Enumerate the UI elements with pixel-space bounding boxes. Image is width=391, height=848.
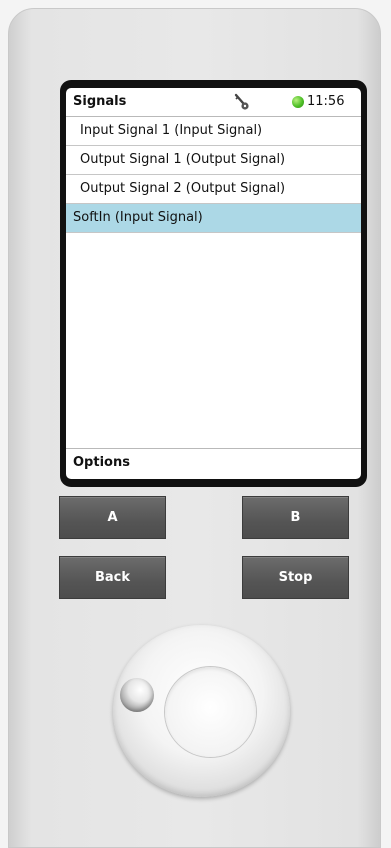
list-item[interactable]: Output Signal 1 (Output Signal) [66, 146, 361, 175]
back-button[interactable]: Back [59, 556, 166, 599]
list-item[interactable]: Input Signal 1 (Input Signal) [66, 117, 361, 146]
list-item-selected[interactable]: SoftIn (Input Signal) [66, 204, 361, 233]
list-item[interactable]: Output Signal 2 (Output Signal) [66, 175, 361, 204]
page-title: Signals [73, 94, 127, 109]
knob-center-button[interactable] [165, 667, 256, 757]
stop-button[interactable]: Stop [242, 556, 349, 599]
key-icon [234, 93, 249, 110]
a-button[interactable]: A [59, 496, 166, 539]
clock: 11:56 [307, 94, 345, 109]
title-bar: Signals 11:56 [66, 88, 361, 117]
options-bar[interactable]: Options [66, 448, 361, 479]
screen-bezel: Signals 11:56 Input Signal 1 (Input Sign… [60, 80, 367, 487]
signal-list: Input Signal 1 (Input Signal) Output Sig… [66, 117, 361, 233]
screen: Signals 11:56 Input Signal 1 (Input Sign… [66, 88, 361, 479]
options-button[interactable]: Options [73, 455, 130, 470]
status-indicator-icon [292, 96, 304, 108]
jog-knob[interactable] [113, 625, 290, 797]
knob-grip-icon[interactable] [120, 678, 154, 712]
b-button[interactable]: B [242, 496, 349, 539]
